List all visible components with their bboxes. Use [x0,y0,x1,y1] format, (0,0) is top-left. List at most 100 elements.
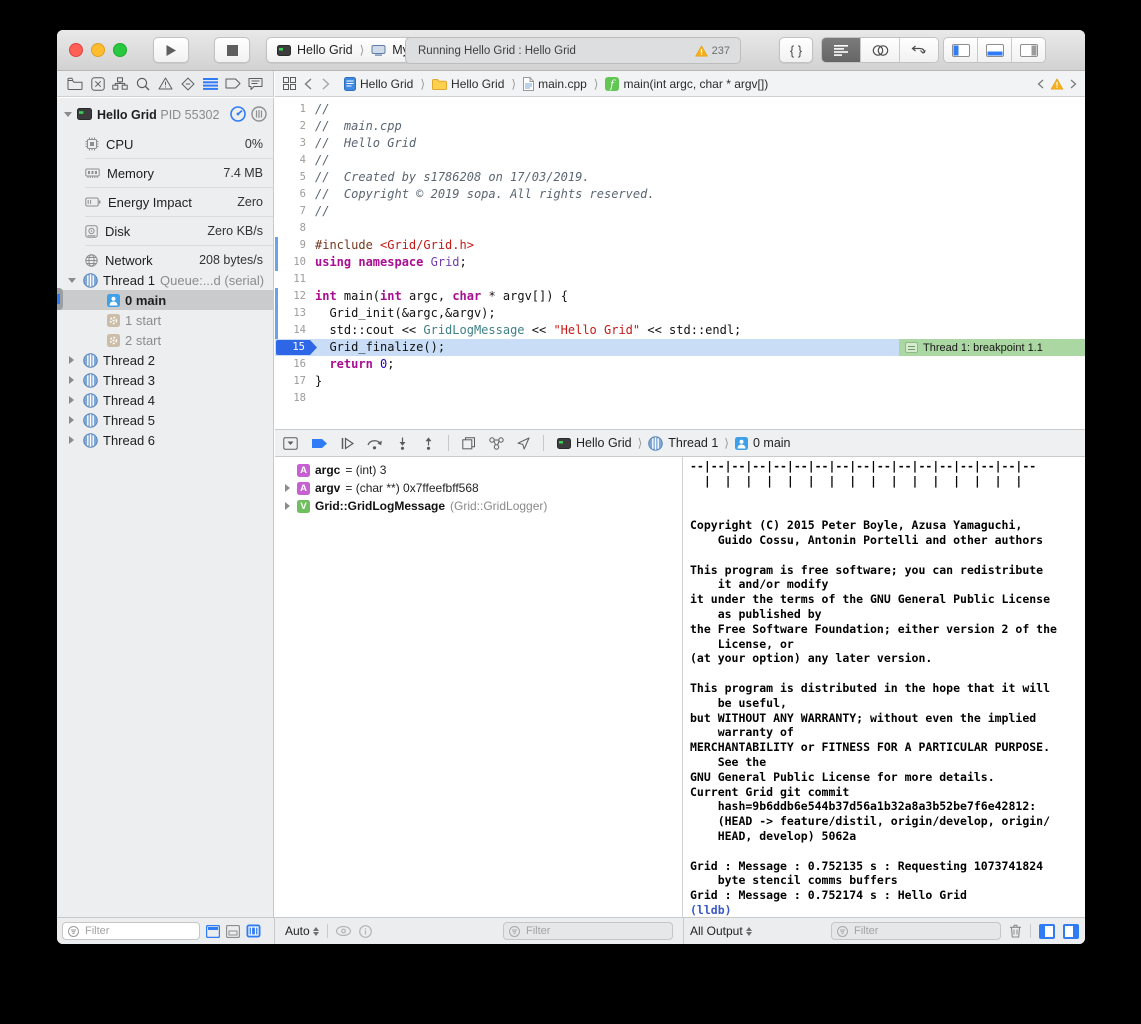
variable-row[interactable]: Aargc= (int) 3 [275,461,682,479]
stack-frame-row[interactable]: 0 main [57,290,273,310]
console-view[interactable]: --|--|--|--|--|--|--|--|--|--|--|--|--|-… [683,457,1085,917]
forward-icon[interactable] [322,78,330,90]
line-number-gutter[interactable]: 11 [275,271,315,288]
step-over-button[interactable] [367,437,383,450]
navigator-tab-find-navigator[interactable] [133,74,153,94]
navigator-filter-field[interactable] [62,922,200,940]
debug-crumb[interactable]: Hello Grid [557,436,632,450]
navigator-tab-test-navigator[interactable] [178,74,198,94]
show-variables-view-toggle[interactable] [1039,924,1055,939]
stop-button[interactable] [214,37,250,63]
debug-crumb[interactable]: Thread 1 [648,436,718,451]
minimize-window-button[interactable] [91,43,105,57]
breakpoint-indicator[interactable]: 15 [276,340,317,355]
console-filter-field[interactable] [831,922,1001,940]
line-number-gutter[interactable]: 4 [275,152,315,169]
gauge-row-disk[interactable]: DiskZero KB/s [85,216,273,245]
show-console-view-toggle[interactable] [1063,924,1079,939]
debug-crumb[interactable]: 0 main [735,436,791,450]
navigator-tab-breakpoint-navigator[interactable] [223,74,243,94]
filter-stack-icon[interactable] [246,924,261,938]
related-items-icon[interactable] [283,77,296,90]
navigator-tab-debug-navigator[interactable] [200,74,220,94]
line-number-gutter[interactable]: 15 [275,339,315,356]
line-number-gutter[interactable]: 1 [275,101,315,118]
back-icon[interactable] [304,78,312,90]
thread-row[interactable]: Thread 3 [57,370,273,390]
toggle-debug-area-button[interactable] [978,38,1012,62]
simulate-location-button[interactable] [517,437,530,450]
variables-view[interactable]: Aargc= (int) 3Aargv= (char **) 0x7ffeefb… [275,457,683,917]
continue-button[interactable] [341,437,354,450]
hide-debug-area-button[interactable] [283,437,298,450]
line-number-gutter[interactable]: 2 [275,118,315,135]
jump-bar-crumb[interactable]: Hello Grid [430,77,506,91]
line-number-gutter[interactable]: 14 [275,322,315,339]
disclosure-right-icon[interactable] [69,396,74,404]
thread-row[interactable]: Thread 5 [57,410,273,430]
stack-frame-row[interactable]: 1 start [57,310,273,330]
navigator-tab-report-navigator[interactable] [245,74,265,94]
line-number-gutter[interactable]: 17 [275,373,315,390]
line-number-gutter[interactable]: 5 [275,169,315,186]
line-number-gutter[interactable]: 9 [275,237,315,254]
quicklook-eye-icon[interactable] [336,926,351,936]
issue-warning-icon[interactable] [1050,78,1064,90]
jump-bar-crumb[interactable]: fmain(int argc, char * argv[]) [603,77,770,91]
zoom-window-button[interactable] [113,43,127,57]
disclosure-right-icon[interactable] [69,356,74,364]
thread-row[interactable]: Thread 2 [57,350,273,370]
gauge-row-cpu[interactable]: CPU0% [85,130,273,158]
line-number-gutter[interactable]: 12 [275,288,315,305]
navigator-tab-issue-navigator[interactable] [155,74,175,94]
memory-button-icon[interactable] [251,106,267,122]
lldb-prompt[interactable]: (lldb) [683,903,1085,917]
toggle-navigator-button[interactable] [944,38,978,62]
breakpoints-toggle-button[interactable] [311,438,328,449]
navigator-filter-input[interactable] [83,924,194,938]
source-editor[interactable]: 1//2// main.cpp3// Hello Grid4//5// Crea… [275,98,1085,429]
gauge-row-memory[interactable]: Memory7.4 MB [85,158,273,187]
disclosure-down-icon[interactable] [68,278,76,283]
jump-bar-crumb[interactable]: main.cpp [521,77,589,91]
library-button[interactable]: { } [779,37,813,63]
console-output-select[interactable]: All Output [690,924,752,938]
variables-filter-input[interactable] [524,924,667,938]
warning-counter[interactable]: 237 [695,45,740,57]
next-issue-icon[interactable] [1070,79,1077,89]
activity-viewer[interactable]: Running Hello Grid : Hello Grid 237 [405,37,741,64]
process-row[interactable]: Hello Grid PID 55302 [57,102,273,126]
gauge-row-energy-impact[interactable]: Energy ImpactZero [85,187,273,216]
trash-icon[interactable] [1009,924,1022,938]
previous-issue-icon[interactable] [1037,79,1044,89]
disclosure-right-icon[interactable] [285,502,290,510]
line-number-gutter[interactable]: 13 [275,305,315,322]
navigator-tab-source-control-navigator[interactable] [88,74,108,94]
filter-running-icon[interactable] [206,925,220,938]
thread-row[interactable]: Thread 4 [57,390,273,410]
gauge-button-icon[interactable] [230,106,246,122]
run-button[interactable] [153,37,189,63]
line-number-gutter[interactable]: 7 [275,203,315,220]
view-hierarchy-button[interactable] [462,437,476,450]
disclosure-down-icon[interactable] [64,112,72,117]
navigator-tab-symbol-navigator[interactable] [110,74,130,94]
standard-editor-button[interactable] [822,38,861,62]
close-window-button[interactable] [69,43,83,57]
thread-row[interactable]: Thread 6 [57,430,273,450]
variable-row[interactable]: Aargv= (char **) 0x7ffeefbff568 [275,479,682,497]
disclosure-right-icon[interactable] [69,376,74,384]
line-number-gutter[interactable]: 16 [275,356,315,373]
disclosure-right-icon[interactable] [69,436,74,444]
line-number-gutter[interactable]: 3 [275,135,315,152]
line-number-gutter[interactable]: 6 [275,186,315,203]
variables-scope-select[interactable]: Auto [285,924,319,938]
info-icon[interactable] [359,925,372,938]
navigator-tab-project-navigator[interactable] [65,74,85,94]
line-number-gutter[interactable]: 8 [275,220,315,237]
variables-filter-field[interactable] [503,922,673,940]
disclosure-right-icon[interactable] [285,484,290,492]
toggle-inspectors-button[interactable] [1012,38,1045,62]
disclosure-right-icon[interactable] [69,416,74,424]
stack-frame-row[interactable]: 2 start [57,330,273,350]
